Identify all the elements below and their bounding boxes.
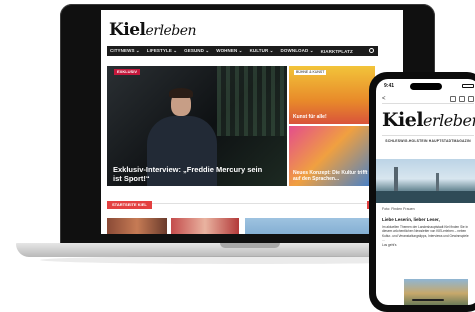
side-article-title[interactable]: Kunst für alle! [293,114,371,120]
dynamic-island [410,83,442,90]
logo-suffix: erleben [423,111,475,130]
home-indicator[interactable] [412,299,444,301]
logo-name: Kiel [109,20,146,40]
nav-item-marktplatz[interactable]: KIARKTPLATZ [321,49,353,54]
site-logo[interactable]: Kielerleben [109,20,197,40]
newsletter-teaser-image[interactable] [404,279,468,305]
back-button[interactable]: < [382,95,386,103]
nav-item-lifestyle[interactable]: LIFESTYLE ⌄ [147,48,177,54]
image-tower [394,167,398,191]
nav-item-wohnen[interactable]: WOHNEN ⌄ [216,48,242,54]
logo-suffix: erleben [145,23,197,39]
logo-divider [382,135,474,136]
side-article-2[interactable]: Neues Konzept: Die Kultur trifft auf den… [289,126,375,186]
side-article-title[interactable]: Neues Konzept: Die Kultur trifft auf den… [293,170,371,182]
hero-background-decor [217,66,287,136]
image-tower [436,173,439,191]
reply-icon[interactable] [468,96,474,102]
image-water [376,191,475,203]
teaser-image-1[interactable] [107,218,167,234]
hero-article[interactable]: EXKLUSIV Exklusiv-Interview: „Freddie Me… [107,66,287,186]
newsletter-header-image [376,159,475,203]
laptop-notch [220,243,280,248]
newsletter-body: Im aktuellen Themen der Landeshauptstadt… [382,225,472,247]
hero-title[interactable]: Exklusiv-Interview: „Freddie Mercury sei… [113,165,273,183]
nav-item-download[interactable]: DOWNLOAD ⌄ [281,48,314,54]
nav-item-citynews[interactable]: CITYNEWS ⌄ [110,48,140,54]
main-nav: CITYNEWS ⌄ LIFESTYLE ⌄ GESUND ⌄ WOHNEN ⌄… [107,46,378,56]
battery-icon [462,84,474,88]
image-caption: Foto: Finden Frauen [382,207,415,211]
phone-screen: 9:41 < Kielerleben SCHLESWIG-HOLSTEIN HA… [376,79,475,305]
trash-icon[interactable] [459,96,465,102]
nav-item-gesund[interactable]: GESUND ⌄ [184,48,209,54]
hero-person-hair [169,88,193,98]
side-article-tag: BÜHNE & KUNST [294,70,327,75]
archive-icon[interactable] [450,96,456,102]
laptop-screen: Kielerleben CITYNEWS ⌄ LIFESTYLE ⌄ GESUN… [101,10,403,234]
hero-tag: EXKLUSIV [114,69,141,75]
newsletter-body-text: Im aktuellen Themen der Landeshauptstadt… [382,225,469,243]
section-label[interactable]: STARTSEITE KIEL [107,201,152,209]
status-time: 9:41 [384,83,395,89]
teaser-image-3[interactable] [245,218,375,234]
teaser-image-2[interactable] [171,218,239,234]
newsletter-signoff: Los geht's [382,242,397,247]
newsletter-logo: Kielerleben [382,109,475,131]
search-icon[interactable] [369,48,374,53]
mail-toolbar: < [382,95,474,104]
newsletter-tagline: SCHLESWIG-HOLSTEIN HAUPTSTADTMAGAZIN [385,139,471,143]
side-article-1[interactable]: BÜHNE & KUNST Kunst für alle! [289,66,375,124]
logo-name: Kiel [382,109,424,131]
toolbar-icons [450,96,474,102]
newsletter-greeting: Liebe Leserin, lieber Leser, [382,217,440,222]
nav-item-kultur[interactable]: KULTUR ⌄ [250,48,274,54]
